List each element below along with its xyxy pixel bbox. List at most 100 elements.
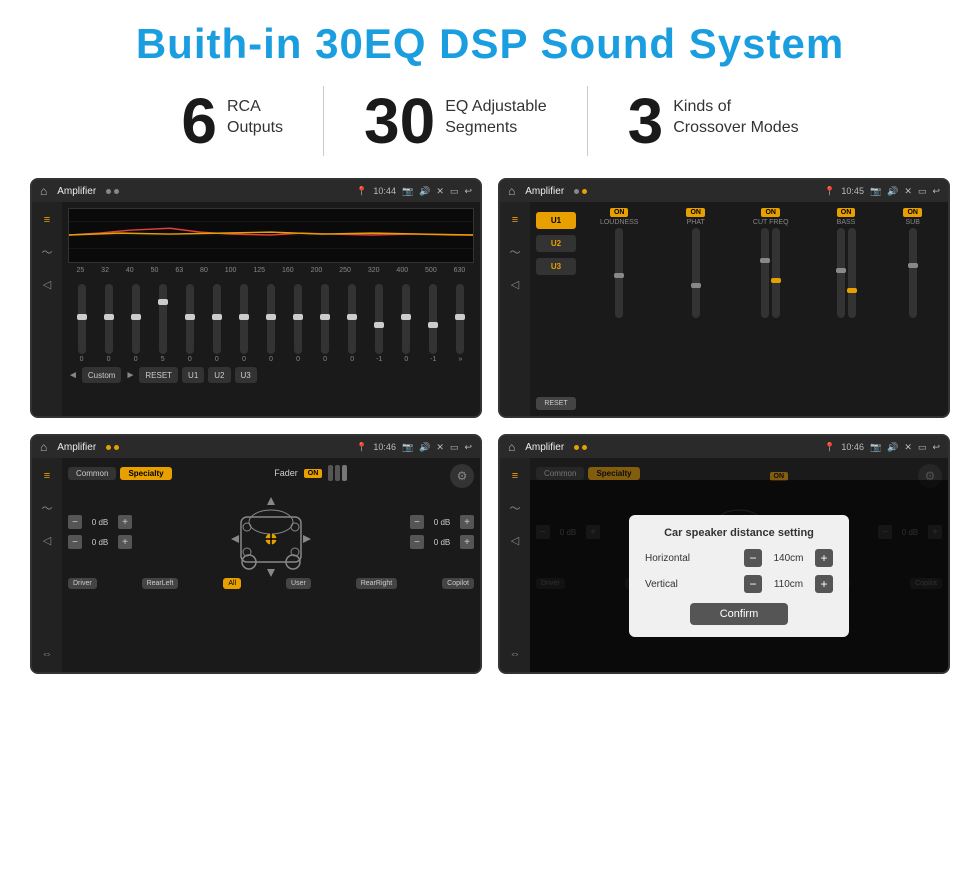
slider-track-4[interactable] xyxy=(159,284,167,354)
phat-on[interactable]: ON xyxy=(686,208,705,217)
u3-btn[interactable]: U3 xyxy=(235,367,257,383)
prev-arrow[interactable]: ◄ xyxy=(68,370,78,381)
cutfreq-slider-g[interactable] xyxy=(761,228,769,318)
sub-slider[interactable] xyxy=(909,228,917,318)
right-bot-minus[interactable]: − xyxy=(410,535,424,549)
tab-specialty-3[interactable]: Specialty xyxy=(120,467,171,480)
left-bot-minus[interactable]: − xyxy=(68,535,82,549)
slider-track-6[interactable] xyxy=(213,284,221,354)
home-icon-1[interactable]: ⌂ xyxy=(40,184,47,198)
speaker-icon-1[interactable]: ◁ xyxy=(37,274,57,294)
confirm-button[interactable]: Confirm xyxy=(690,603,789,625)
horizontal-plus[interactable]: + xyxy=(815,549,833,567)
right-top-plus[interactable]: + xyxy=(460,515,474,529)
arrows-icon-4[interactable]: ⇔ xyxy=(505,644,525,664)
copilot-btn[interactable]: Copilot xyxy=(442,578,474,589)
home-icon-3[interactable]: ⌂ xyxy=(40,440,47,454)
slider-track-12[interactable] xyxy=(375,284,383,354)
next-arrow[interactable]: ► xyxy=(125,370,135,381)
slider-track-10[interactable] xyxy=(321,284,329,354)
preset-u2[interactable]: U2 xyxy=(536,235,576,252)
bass-slider-g[interactable] xyxy=(848,228,856,318)
rearright-btn[interactable]: RearRight xyxy=(356,578,398,589)
u2-btn[interactable]: U2 xyxy=(208,367,230,383)
loudness-on[interactable]: ON xyxy=(610,208,629,217)
cutfreq-slider-f[interactable] xyxy=(772,228,780,318)
bass-slider-f[interactable] xyxy=(837,228,845,318)
home-icon-2[interactable]: ⌂ xyxy=(508,184,515,198)
screen-content-4: ≡ 〜 ◁ ⇔ Common Specialty ON xyxy=(500,458,948,672)
rearleft-btn[interactable]: RearLeft xyxy=(142,578,179,589)
speaker-icon-4[interactable]: ◁ xyxy=(505,530,525,550)
slider-track-15[interactable] xyxy=(456,284,464,354)
driver-btn[interactable]: Driver xyxy=(68,578,97,589)
slider-track-5[interactable] xyxy=(186,284,194,354)
tab-common-3[interactable]: Common xyxy=(68,467,116,480)
user-btn[interactable]: User xyxy=(286,578,311,589)
loudness-slider[interactable] xyxy=(615,228,623,318)
eq-icon-2[interactable]: ≡ xyxy=(505,210,525,230)
status-dots-3 xyxy=(106,445,119,450)
fader-on-3[interactable]: ON xyxy=(304,469,323,478)
slider-track-14[interactable] xyxy=(429,284,437,354)
slider-track-1[interactable] xyxy=(78,284,86,354)
dialog-row-vertical: Vertical − 110cm + xyxy=(645,575,833,593)
right-bot-plus[interactable]: + xyxy=(460,535,474,549)
wave-icon-1[interactable]: 〜 xyxy=(37,242,57,262)
wave-icon-3[interactable]: 〜 xyxy=(37,498,57,518)
slider-track-8[interactable] xyxy=(267,284,275,354)
vertical-minus[interactable]: − xyxy=(744,575,762,593)
wave-icon-2[interactable]: 〜 xyxy=(505,242,525,262)
slider-track-9[interactable] xyxy=(294,284,302,354)
slider-track-2[interactable] xyxy=(105,284,113,354)
slider-col-5: 0 xyxy=(186,284,194,363)
right-top-minus[interactable]: − xyxy=(410,515,424,529)
vertical-plus[interactable]: + xyxy=(815,575,833,593)
settings-icon-3[interactable]: ⚙ xyxy=(450,464,474,488)
x-icon-2: ✕ xyxy=(904,186,912,197)
cutfreq-thumb-f xyxy=(771,278,781,283)
eq-icon-4[interactable]: ≡ xyxy=(505,466,525,486)
u1-btn[interactable]: U1 xyxy=(182,367,204,383)
phat-slider[interactable] xyxy=(692,228,700,318)
cutfreq-on[interactable]: ON xyxy=(761,208,780,217)
slider-track-3[interactable] xyxy=(132,284,140,354)
speaker-icon-2[interactable]: ◁ xyxy=(505,274,525,294)
slider-val-4: 5 xyxy=(161,356,165,363)
status-right-3: 📍 10:46 📷 🔊 ✕ ▭ ↩ xyxy=(356,442,472,453)
slider-thumb-8 xyxy=(266,314,276,320)
all-btn[interactable]: All xyxy=(223,578,241,589)
eq-icon-1[interactable]: ≡ xyxy=(37,210,57,230)
preset-u3[interactable]: U3 xyxy=(536,258,576,275)
slider-track-13[interactable] xyxy=(402,284,410,354)
left-bot-plus[interactable]: + xyxy=(118,535,132,549)
dialog-box: Car speaker distance setting Horizontal … xyxy=(629,515,849,637)
speaker-icon-3[interactable]: ◁ xyxy=(37,530,57,550)
home-icon-4[interactable]: ⌂ xyxy=(508,440,515,454)
slider-col-2: 0 xyxy=(105,284,113,363)
wave-icon-4[interactable]: 〜 xyxy=(505,498,525,518)
bass-on[interactable]: ON xyxy=(837,208,856,217)
left-top-minus[interactable]: − xyxy=(68,515,82,529)
eq-icon-3[interactable]: ≡ xyxy=(37,466,57,486)
slider-track-7[interactable] xyxy=(240,284,248,354)
preset-u1[interactable]: U1 xyxy=(536,212,576,229)
left-top-plus[interactable]: + xyxy=(118,515,132,529)
slider-col-7: 0 xyxy=(240,284,248,363)
custom-btn[interactable]: Custom xyxy=(82,367,122,383)
screen-dialog: ⌂ Amplifier 📍 10:46 📷 🔊 ✕ ▭ ↩ xyxy=(498,434,950,674)
reset-btn-2[interactable]: RESET xyxy=(536,397,576,410)
horizontal-value: 140cm xyxy=(766,553,811,564)
dot-2a xyxy=(574,189,579,194)
sub-on[interactable]: ON xyxy=(903,208,922,217)
arrows-icon-3[interactable]: ⇔ xyxy=(37,644,57,664)
horizontal-minus[interactable]: − xyxy=(744,549,762,567)
dot-4b xyxy=(582,445,587,450)
freq-63: 63 xyxy=(175,267,183,274)
reset-btn-1[interactable]: RESET xyxy=(139,367,178,383)
dot-4a xyxy=(574,445,579,450)
slider-thumb-10 xyxy=(320,314,330,320)
slider-val-3: 0 xyxy=(134,356,138,363)
location-icon-3: 📍 xyxy=(356,442,367,453)
slider-track-11[interactable] xyxy=(348,284,356,354)
